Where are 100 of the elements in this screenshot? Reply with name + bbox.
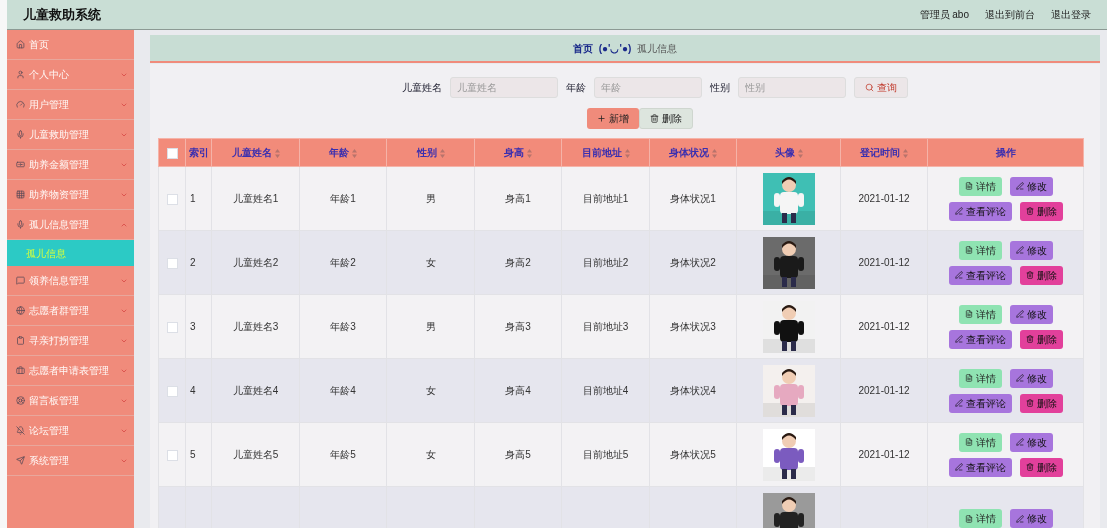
delete-button[interactable]: 删除 [1019,393,1063,413]
column-header[interactable]: 目前地址 [561,138,650,167]
column-header[interactable]: 年龄 [299,138,387,167]
column-header: 索引 [185,138,212,167]
table-cell: 儿童姓名3 [232,321,279,332]
menu-icon [16,366,25,375]
table-cell: 女 [425,449,436,460]
sort-icon[interactable] [527,148,532,158]
search-icon [865,83,874,92]
menu-icon [16,160,25,169]
table-cell: 身体状况1 [670,193,716,204]
delete-button[interactable]: 删除 [1019,329,1063,349]
delete-button[interactable]: 删除 [1019,201,1063,221]
table-cell: 儿童姓名2 [232,257,279,268]
table-cell: 2021-01-12 [858,385,910,396]
detail-button[interactable]: 详情 [958,509,1002,528]
table-cell: 5 [190,449,196,460]
detail-button[interactable]: 详情 [958,240,1002,260]
detail-button[interactable]: 详情 [958,368,1002,388]
table-cell: 女 [425,257,436,268]
table-cell: 2021-01-12 [858,193,910,204]
search-button[interactable]: 查询 [854,77,908,98]
comments-button[interactable]: 查看评论 [948,201,1012,221]
detail-button[interactable]: 详情 [958,176,1002,196]
edit-button[interactable]: 修改 [1009,304,1053,324]
header-link[interactable]: 退出到前台 [985,7,1035,22]
pen-icon [954,207,963,215]
checkbox[interactable] [166,385,178,397]
checkbox[interactable] [166,449,178,461]
column-header[interactable]: 身体状况 [649,138,737,167]
table-cell: 4 [190,385,196,396]
checkbox[interactable] [166,321,178,333]
trash-icon [1025,463,1034,471]
menu-icon [16,336,25,345]
edit-button[interactable]: 修改 [1009,240,1053,260]
sort-icon[interactable] [439,148,445,158]
pen-icon [954,335,963,343]
table-cell: 儿童姓名4 [232,385,279,396]
table-cell: 目前地址1 [582,193,629,204]
app-title: 儿童救助系统 [23,5,101,24]
trash-icon [1025,335,1034,343]
column-header[interactable]: 头像 [736,138,841,167]
header-link[interactable]: 退出登录 [1051,7,1091,22]
breadcrumb-home[interactable]: 首页 [572,40,593,56]
menu-icon [16,426,25,435]
delete-button[interactable]: 删除 [1019,265,1063,285]
table-cell: 年龄5 [330,449,356,460]
detail-button[interactable]: 详情 [958,304,1002,324]
comments-button[interactable]: 查看评论 [948,265,1012,285]
comments-button[interactable]: 查看评论 [948,393,1012,413]
table-cell: 2021-01-12 [858,321,910,332]
checkbox[interactable] [166,257,178,269]
sort-icon[interactable] [797,148,803,158]
table-cell: 身高2 [505,257,531,268]
add-button[interactable]: 新增 [587,108,639,129]
sort-icon[interactable] [712,148,717,158]
column-header[interactable]: 登记时间 [840,138,928,167]
table-cell: 年龄4 [330,385,356,396]
table-cell: 男 [425,193,436,204]
table-cell: 身体状况5 [670,449,716,460]
delete-button[interactable]: 删除 [1019,457,1063,477]
search-field[interactable]: 儿童姓名 [450,77,558,98]
edit-button[interactable]: 修改 [1009,509,1053,528]
detail-button[interactable]: 详情 [958,432,1002,452]
table-cell: 1 [190,193,196,204]
table-cell: 2021-01-12 [858,257,910,268]
sort-icon[interactable] [903,148,908,158]
header-link[interactable]: 管理员 abo [919,7,969,22]
pen-icon [1015,374,1024,382]
sort-icon[interactable] [624,148,630,158]
comments-button[interactable]: 查看评论 [948,329,1012,349]
sort-icon[interactable] [274,148,280,158]
search-field[interactable]: 性别 [738,77,846,98]
menu-icon [16,190,25,199]
comments-button[interactable]: 查看评论 [948,457,1012,477]
table-cell: 身高4 [505,385,531,396]
sort-icon[interactable] [352,148,357,158]
edit-button[interactable]: 修改 [1009,432,1053,452]
table-cell: 目前地址3 [582,321,629,332]
table-cell: 身高3 [505,321,531,332]
pen-icon [1015,514,1024,523]
checkbox[interactable] [166,147,178,159]
column-header[interactable]: 儿童姓名 [211,138,300,167]
pen-icon [954,463,963,471]
search-field[interactable]: 年龄 [594,77,702,98]
pen-icon [1015,438,1024,446]
checkbox[interactable] [166,193,178,205]
menu-icon [16,100,25,109]
table-cell: 女 [425,385,436,396]
column-header[interactable]: 性别 [386,138,475,167]
table-cell: 2021-01-12 [858,449,910,460]
column-header[interactable]: 身高 [474,138,562,167]
edit-button[interactable]: 修改 [1009,176,1053,196]
batch-delete-button[interactable]: 删除 [639,108,693,129]
field-label: 儿童姓名 [402,81,442,95]
table-cell: 年龄2 [330,257,356,268]
plus-icon [597,114,606,123]
document-icon [964,514,973,523]
edit-button[interactable]: 修改 [1009,368,1053,388]
pen-icon [1015,246,1024,254]
